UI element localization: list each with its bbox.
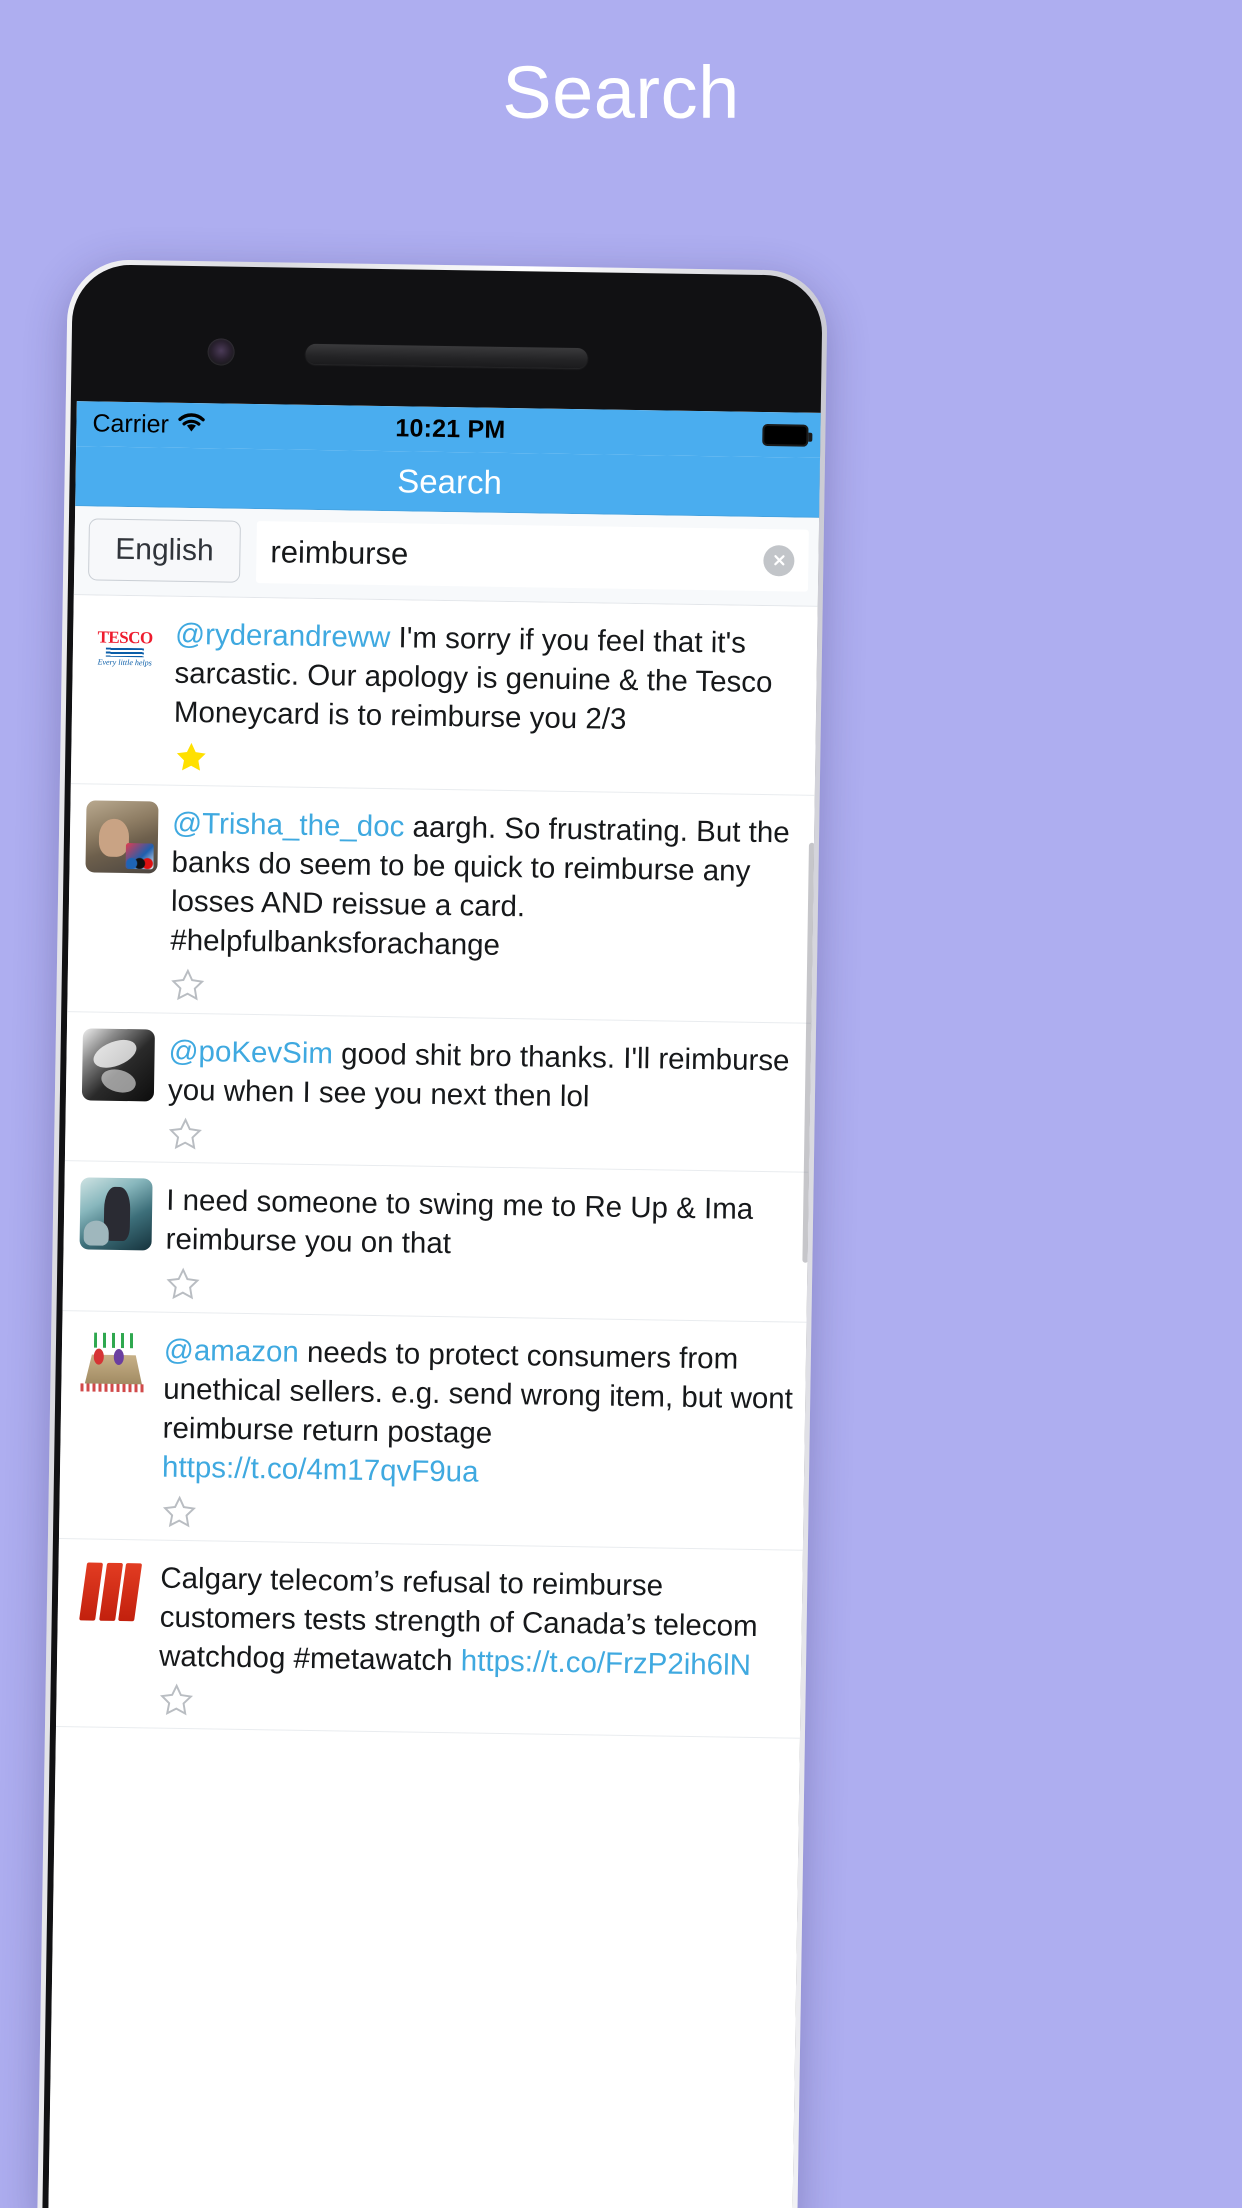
- wifi-icon: [177, 411, 207, 440]
- tweet-body: @ryderandreww I'm sorry if you feel that…: [173, 613, 805, 785]
- battery-full-icon: [762, 423, 809, 447]
- carrier-label: Carrier: [92, 409, 170, 439]
- tweet-text: @amazon needs to protect consumers from …: [162, 1330, 794, 1497]
- tweet-row[interactable]: TESCO Every little helps @ryderandreww I…: [70, 595, 822, 796]
- page-title: Search: [397, 461, 503, 501]
- tweet-handle[interactable]: @amazon: [164, 1333, 299, 1368]
- tweet-body: @poKevSim good shit bro thanks. I'll rei…: [167, 1029, 799, 1161]
- tesco-logo-rule: [105, 647, 144, 658]
- reup-avatar: [79, 1177, 153, 1251]
- tweet-row[interactable]: @amazon needs to protect consumers from …: [58, 1310, 811, 1551]
- clear-icon[interactable]: [763, 544, 795, 576]
- tweet-list[interactable]: TESCO Every little helps @ryderandreww I…: [48, 595, 822, 2208]
- tweet-row[interactable]: I need someone to swing me to Re Up & Im…: [62, 1161, 813, 1323]
- tesco-logo-text: TESCO: [97, 627, 153, 648]
- status-bar-right: [762, 423, 809, 447]
- tweet-text: @poKevSim good shit bro thanks. I'll rei…: [168, 1031, 799, 1119]
- tesco-logo-tagline: Every little helps: [97, 657, 152, 668]
- tweet-row[interactable]: @Trisha_the_doc aargh. So frustrating. B…: [67, 783, 819, 1024]
- star-outline-icon[interactable]: [167, 1116, 204, 1153]
- star-outline-icon[interactable]: [161, 1493, 198, 1530]
- tweet-body: @amazon needs to protect consumers from …: [161, 1328, 794, 1539]
- star-outline-icon[interactable]: [165, 1265, 202, 1302]
- star-filled-icon[interactable]: [173, 738, 210, 775]
- status-bar-left: Carrier: [92, 409, 207, 440]
- earpiece-speaker: [305, 343, 588, 369]
- tweet-text: I need someone to swing me to Re Up & Im…: [165, 1181, 796, 1269]
- tweet-text: Calgary telecom’s refusal to reimburse c…: [159, 1558, 791, 1686]
- metawatch-avatar: [73, 1554, 147, 1628]
- amazon-avatar: [77, 1326, 151, 1401]
- tweet-body: I need someone to swing me to Re Up & Im…: [165, 1179, 797, 1311]
- front-camera-icon: [207, 338, 235, 366]
- promo-title: Search: [502, 51, 740, 134]
- cake-figure-red-shape: [93, 1348, 104, 1365]
- tweet-text: @Trisha_the_doc aargh. So frustrating. B…: [170, 803, 802, 970]
- tweet-message: I need someone to swing me to Re Up & Im…: [165, 1183, 754, 1261]
- search-input[interactable]: reimburse: [255, 521, 809, 592]
- trisha-avatar: [85, 800, 159, 874]
- tweet-row[interactable]: @poKevSim good shit bro thanks. I'll rei…: [64, 1011, 816, 1173]
- tweet-link[interactable]: https://t.co/4m17qvF9ua: [162, 1451, 479, 1489]
- tweet-handle[interactable]: @Trisha_the_doc: [172, 806, 405, 843]
- tweet-link[interactable]: https://t.co/FrzP2ih6lN: [461, 1644, 752, 1682]
- tweet-body: Calgary telecom’s refusal to reimburse c…: [158, 1556, 790, 1728]
- cake-base-shape: [80, 1383, 147, 1393]
- tweet-handle[interactable]: @poKevSim: [168, 1034, 333, 1070]
- pokevsim-avatar: [81, 1028, 155, 1102]
- tweet-handle[interactable]: @ryderandreww: [175, 618, 391, 654]
- phone-screen: Carrier 10:21 PM Search English reimburs…: [48, 401, 823, 2208]
- tweet-row[interactable]: Calgary telecom’s refusal to reimburse c…: [55, 1538, 807, 1739]
- star-outline-icon[interactable]: [158, 1682, 195, 1719]
- star-outline-icon[interactable]: [169, 966, 206, 1003]
- search-input-value: reimburse: [270, 534, 409, 572]
- tweet-body: @Trisha_the_doc aargh. So frustrating. B…: [169, 801, 802, 1012]
- promo-canvas: Search Carrier 10:21 PM Search English r…: [0, 0, 1242, 2208]
- search-bar: English reimburse: [73, 506, 823, 607]
- device-bezel: Carrier 10:21 PM Search English reimburs…: [42, 264, 823, 2208]
- device-frame: Carrier 10:21 PM Search English reimburs…: [37, 259, 828, 2208]
- cake-candles-shape: [93, 1332, 135, 1348]
- tweet-text: @ryderandreww I'm sorry if you feel that…: [174, 615, 806, 743]
- language-button[interactable]: English: [88, 518, 241, 583]
- tesco-avatar: TESCO Every little helps: [88, 611, 162, 685]
